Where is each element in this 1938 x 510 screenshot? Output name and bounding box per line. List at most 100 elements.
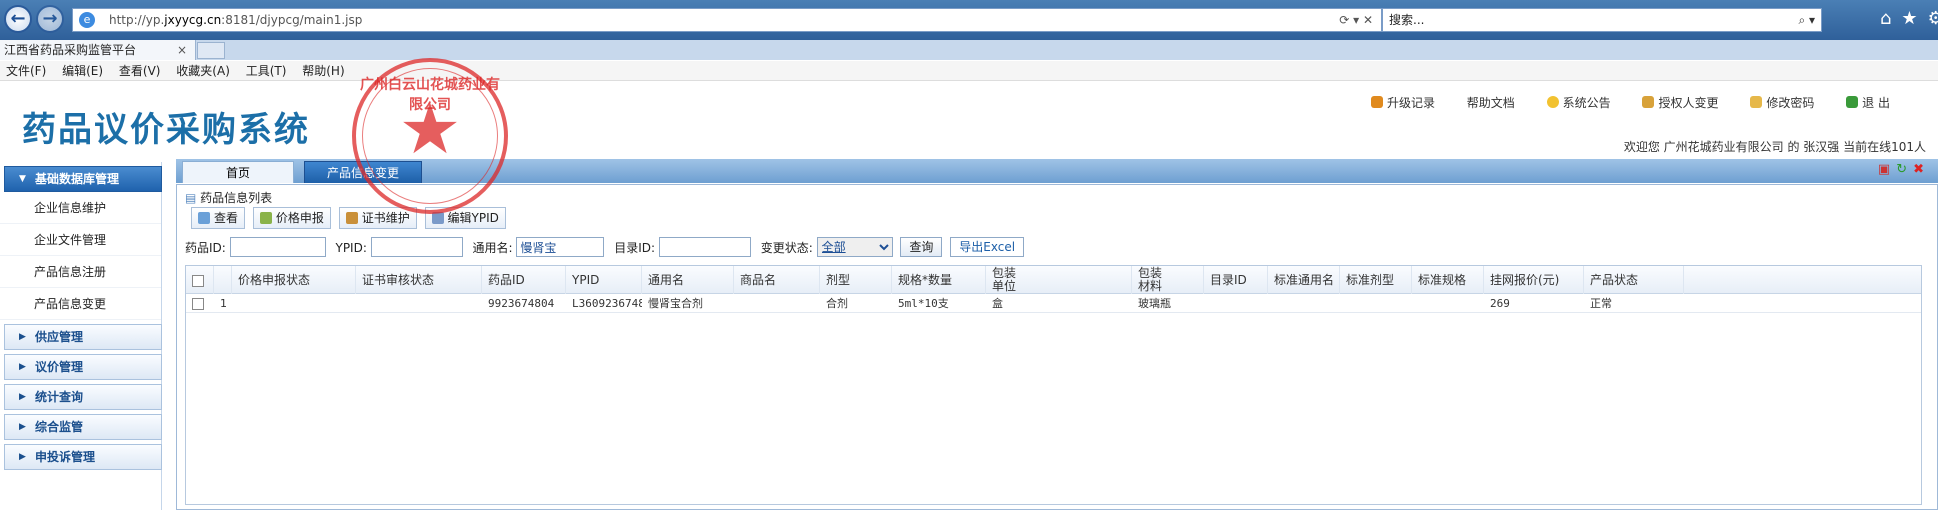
cell-pack-material: 玻璃瓶 xyxy=(1138,297,1171,310)
chevron-right-icon: ▶ xyxy=(19,452,26,462)
authorized-person-link[interactable]: 授权人变更 xyxy=(1642,96,1719,110)
chevron-right-icon: ▶ xyxy=(19,392,26,402)
select-all-checkbox[interactable] xyxy=(192,274,204,287)
export-excel-button[interactable]: 导出Excel xyxy=(950,237,1025,257)
col-header-ypid: YPID xyxy=(566,266,642,294)
price-declare-button[interactable]: 价格申报 xyxy=(252,207,331,229)
filter-bar: 药品ID: YPID: 通用名: 目录ID: 变更状态: 全部 查询 导出Exc… xyxy=(185,237,1025,259)
col-header-select-all[interactable] xyxy=(186,266,214,294)
sidebar-cat-label: 申投诉管理 xyxy=(35,450,96,464)
col-header-drug-id: 药品ID xyxy=(482,266,566,294)
close-all-icon[interactable]: ▣ xyxy=(1878,162,1896,177)
tab-close-icon[interactable]: × xyxy=(177,40,187,60)
catalog-id-input[interactable] xyxy=(658,237,751,257)
catalog-id-label: 目录ID: xyxy=(614,241,656,255)
view-button[interactable]: 查看 xyxy=(191,207,246,229)
generic-name-input[interactable] xyxy=(516,237,605,257)
upgrade-log-link[interactable]: 升级记录 xyxy=(1370,96,1435,110)
menu-file[interactable]: 文件(F) xyxy=(0,61,52,81)
col-header-pack-unit: 包装 单位 xyxy=(986,266,1132,294)
panel-title-text: 药品信息列表 xyxy=(200,191,273,205)
back-button[interactable]: ← xyxy=(4,5,32,33)
col-header-spec-qty: 规格*数量 xyxy=(892,266,986,294)
sidebar-cat-supply[interactable]: ▶ 供应管理 xyxy=(4,324,162,350)
menu-tools[interactable]: 工具(T) xyxy=(240,61,293,81)
search-icon[interactable]: ⌕ ▾ xyxy=(1798,9,1815,31)
generic-name-label: 通用名: xyxy=(472,241,513,255)
cell-select-all[interactable] xyxy=(186,295,214,313)
cell-generic-name: 慢肾宝合剂 xyxy=(648,297,703,310)
cell-pack-unit: 盒 xyxy=(992,297,1003,310)
sidebar: ▼ 基础数据库管理 企业信息维护 企业文件管理 产品信息注册 产品信息变更 ▶ 供应… xyxy=(0,162,162,510)
forward-button[interactable]: → xyxy=(36,5,64,33)
bulb-icon xyxy=(1546,96,1559,108)
refresh-icon[interactable]: ⟳ ▾ ✕ xyxy=(1339,9,1373,31)
browser-tab[interactable]: 江西省药品采购监管平台 × xyxy=(0,40,196,60)
logout-link[interactable]: 退 出 xyxy=(1846,96,1890,110)
cell-dosage-form: 合剂 xyxy=(826,297,848,310)
announcement-link[interactable]: 系统公告 xyxy=(1546,96,1611,110)
price-icon xyxy=(259,212,272,224)
col-header-cert-status: 证书审核状态 xyxy=(356,266,482,294)
refresh-icon[interactable]: ↻ xyxy=(1896,162,1913,177)
drug-id-label: 药品ID: xyxy=(185,241,226,255)
menu-bar: 文件(F) 编辑(E) 查看(V) 收藏夹(A) 工具(T) 帮助(H) xyxy=(0,61,1938,81)
sidebar-item-company-info[interactable]: 企业信息维护 xyxy=(0,192,161,224)
search-placeholder: 搜索... xyxy=(1389,13,1425,27)
sidebar-item-company-files[interactable]: 企业文件管理 xyxy=(0,224,161,256)
drug-id-input[interactable] xyxy=(229,237,326,257)
menu-favorites[interactable]: 收藏夹(A) xyxy=(170,61,236,81)
col-header-product-status: 产品状态 xyxy=(1584,266,1684,294)
tab-product-change[interactable]: 产品信息变更 xyxy=(304,161,422,183)
sidebar-cat-label: 统计查询 xyxy=(35,390,84,404)
edit-icon xyxy=(431,212,444,224)
new-tab-button[interactable] xyxy=(197,42,225,59)
sidebar-item-product-register[interactable]: 产品信息注册 xyxy=(0,256,161,288)
change-status-select[interactable]: 全部 xyxy=(816,237,893,257)
help-doc-link[interactable]: 帮助文档 xyxy=(1467,96,1515,110)
exit-icon xyxy=(1846,96,1859,108)
cell-ypid: L36092367480 xyxy=(572,297,642,310)
cell-trade-name xyxy=(734,295,820,313)
cell-price-status xyxy=(232,295,356,313)
menu-view[interactable]: 查看(V) xyxy=(113,61,167,81)
menu-help[interactable]: 帮助(H) xyxy=(296,61,350,81)
menu-edit[interactable]: 编辑(E) xyxy=(56,61,109,81)
query-button[interactable]: 查询 xyxy=(900,237,943,257)
close-icon[interactable]: ✖ xyxy=(1913,162,1930,177)
cert-maintain-button[interactable]: 证书维护 xyxy=(338,207,417,229)
sidebar-item-product-change[interactable]: 产品信息变更 xyxy=(0,288,161,320)
sidebar-cat-statistics[interactable]: ▶ 统计查询 xyxy=(4,384,162,410)
change-password-link[interactable]: 修改密码 xyxy=(1750,96,1814,110)
search-input[interactable]: 搜索... ⌕ ▾ xyxy=(1382,8,1822,32)
table-header: 价格申报状态 证书审核状态 药品ID YPID 通用名 商品名 剂型 规格*数量 包装 单位 包装材… xyxy=(186,266,1921,294)
sidebar-cat-negotiation[interactable]: ▶ 议价管理 xyxy=(4,354,162,380)
row-checkbox[interactable] xyxy=(192,298,204,310)
key-icon xyxy=(1750,96,1763,108)
content-panel: ▤ 药品信息列表 查看 价格申报 证书维护 编辑YPID 药品ID: YPID:… xyxy=(176,184,1938,510)
cell-row-num: 1 xyxy=(220,297,227,310)
ypid-input[interactable] xyxy=(370,237,463,257)
col-header-pack-material: 包装 材料 xyxy=(1132,266,1204,294)
sidebar-cat-label: 综合监管 xyxy=(35,420,84,434)
sidebar-cat-complaints[interactable]: ▶ 申投诉管理 xyxy=(4,444,162,470)
sidebar-cat-supervision[interactable]: ▶ 综合监管 xyxy=(4,414,162,440)
tab-control-icons[interactable]: ▣↻✖ xyxy=(1878,162,1930,177)
sidebar-cat-basic-data[interactable]: ▼ 基础数据库管理 xyxy=(4,166,162,192)
cell-net-price: 269 xyxy=(1490,297,1510,310)
table-row[interactable]: 1 9923674804 L36092367480 慢肾宝合剂 合剂 5ml*10支 盒 玻璃… xyxy=(186,295,1921,313)
tab-home[interactable]: 首页 xyxy=(182,161,294,183)
home-star-gear-icons[interactable]: ⌂★⚙ xyxy=(1880,8,1938,29)
user-change-icon xyxy=(1642,96,1655,108)
cell-spec-qty: 5ml*10支 xyxy=(898,297,949,310)
col-header-price-status: 价格申报状态 xyxy=(232,266,356,294)
cell-std-form xyxy=(1340,295,1412,313)
upgrade-icon xyxy=(1370,96,1383,108)
edit-ypid-button[interactable]: 编辑YPID xyxy=(424,207,506,229)
col-header-std-spec: 标准规格 xyxy=(1412,266,1484,294)
address-bar[interactable]: e http://yp.jxyycg.cn:8181/djypcg/main1.… xyxy=(72,8,1382,32)
ie-icon: e xyxy=(79,12,95,28)
url-prefix: http://yp. xyxy=(109,13,165,27)
sidebar-cat-label: 供应管理 xyxy=(35,330,84,344)
data-table: 价格申报状态 证书审核状态 药品ID YPID 通用名 商品名 剂型 规格*数量 包装 单位 包装材… xyxy=(185,265,1922,505)
